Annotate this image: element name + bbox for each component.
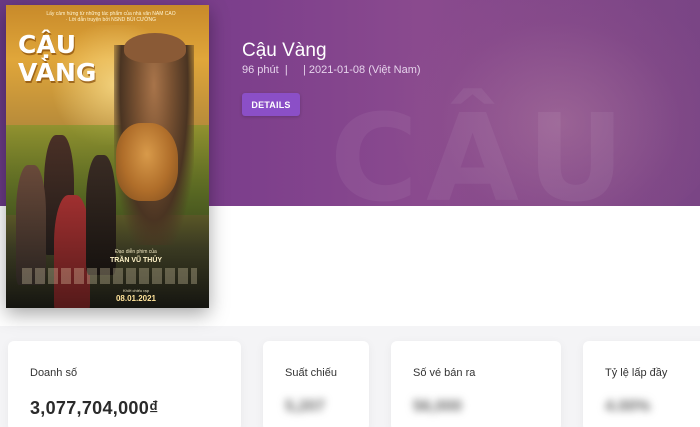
hero-background-letters: CẬU VÀNG [330, 90, 633, 206]
poster-dog [116, 123, 178, 201]
poster-director-name: TRẦN VŨ THỦY [109, 257, 163, 264]
stat-label: Tỷ lệ lấp đầy [605, 367, 668, 379]
movie-title: Cậu Vàng [242, 40, 327, 61]
poster-tagline: Lấy cảm hứng từ những tác phẩm của nhà v… [46, 11, 176, 23]
poster-credits-block [22, 268, 197, 284]
poster-title: CẬU VÀNG [18, 30, 97, 87]
stat-value: 3,077,704,000₫ [30, 398, 159, 418]
stat-card-showtimes: Suất chiếu 5,207 [263, 341, 369, 427]
poster-release-date: 08.01.2021 [115, 294, 157, 303]
movie-meta: 96 phút | | 2021-01-08 (Việt Nam) [242, 64, 421, 76]
poster-turban [124, 33, 186, 63]
movie-poster[interactable]: Lấy cảm hứng từ những tác phẩm của nhà v… [6, 5, 209, 308]
poster-director-label: Đạo diễn phim của [115, 249, 157, 255]
stat-card-tickets: Số vé bán ra 56,000 [391, 341, 561, 427]
stat-label: Suất chiếu [285, 367, 337, 379]
stat-card-occupancy: Tỷ lệ lấp đầy 4.00% [583, 341, 700, 427]
stat-card-revenue: Doanh số 3,077,704,000₫ [8, 341, 241, 427]
poster-character [16, 165, 46, 285]
details-button[interactable]: DETAILS [242, 93, 300, 116]
stat-value-blurred: 4.00% [605, 398, 651, 415]
stat-value-blurred: 5,207 [285, 398, 326, 415]
poster-release-label: Khởi chiếu rạp [123, 288, 149, 293]
stat-value-blurred: 56,000 [413, 398, 462, 415]
stat-label: Doanh số [30, 367, 78, 379]
stat-label: Số vé bán ra [413, 367, 476, 379]
